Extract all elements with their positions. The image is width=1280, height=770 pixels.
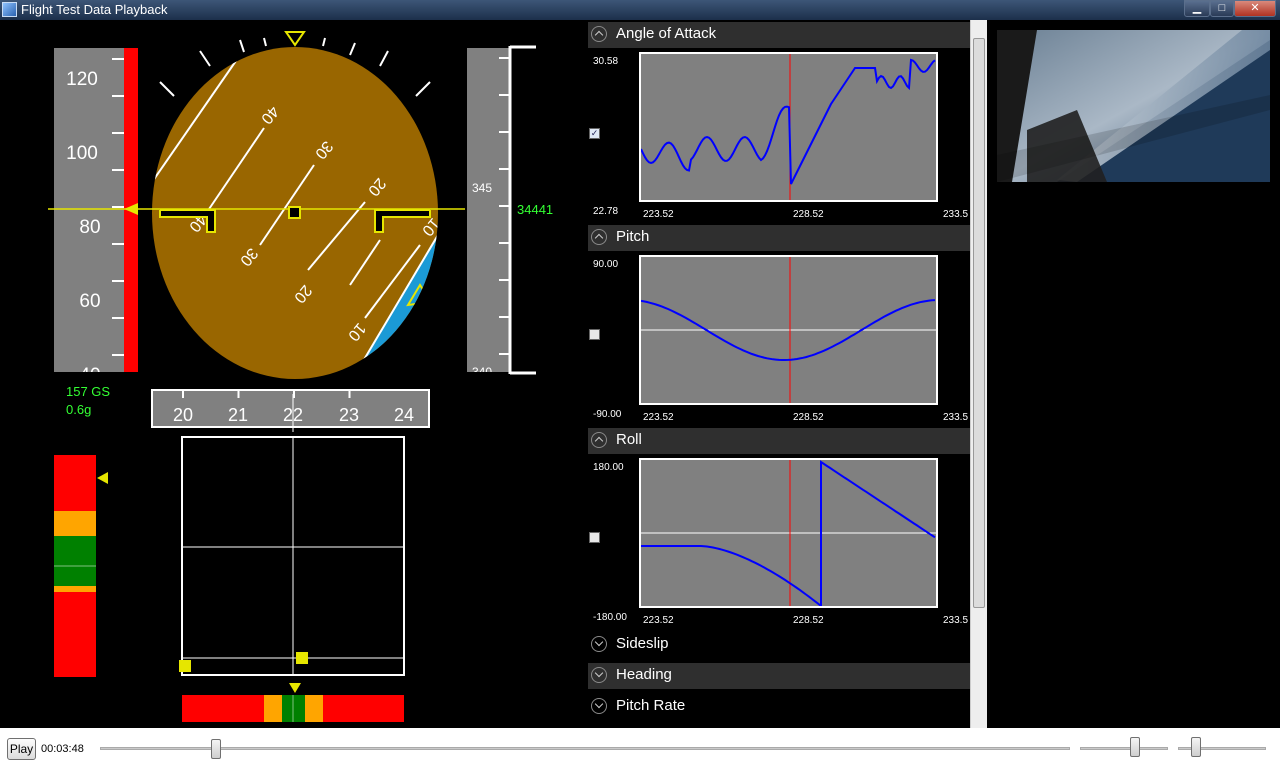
chart-header-sideslip[interactable]: Sideslip — [588, 632, 970, 658]
cockpit-video — [997, 30, 1270, 182]
chart-checkbox-pitch[interactable] — [589, 329, 600, 340]
expand-chevron-icon[interactable] — [591, 636, 607, 652]
maximize-button[interactable]: □ — [1210, 0, 1234, 17]
groundspeed-readout: 157 GS — [66, 384, 110, 399]
plot-area — [639, 52, 938, 202]
altitude-tape — [467, 48, 511, 372]
chart-header-angle-of-attack[interactable]: Angle of Attack — [588, 22, 970, 48]
bank-pointer-icon — [284, 31, 306, 47]
altitude-readout: 34441 — [517, 202, 553, 217]
plot-area — [639, 255, 938, 405]
chart-header-heading[interactable]: Heading — [588, 663, 970, 689]
expand-chevron-icon[interactable] — [591, 698, 607, 714]
heading-tick-24: 24 — [394, 405, 414, 425]
expand-chevron-icon[interactable] — [591, 667, 607, 683]
aoa-series-line — [641, 58, 936, 185]
seek-track[interactable] — [100, 747, 1070, 750]
gforce-readout: 0.6g — [66, 402, 91, 417]
heading-tick-21: 21 — [228, 405, 248, 425]
speed-tick-40: 40 — [79, 365, 100, 386]
speed-tick-120: 120 — [66, 69, 98, 90]
roll-series-line — [641, 460, 936, 606]
volume-track[interactable] — [1080, 747, 1168, 750]
chart-header-roll[interactable]: Roll — [588, 428, 970, 454]
heading-tick-20: 20 — [173, 405, 193, 425]
chart-angle-of-attack: 30.58 ✓ 22.78 223.52 228.52 233.5 — [588, 48, 970, 224]
heading-tick-23: 23 — [339, 405, 359, 425]
primary-flight-display: 120 100 80 60 40 157 GS 0.6g 40 40 30 30 — [48, 31, 553, 722]
time-readout: 00:03:48 — [41, 743, 84, 755]
play-button[interactable]: Play — [7, 738, 36, 760]
throttle-pointer — [97, 472, 108, 484]
chart-checkbox-aoa[interactable]: ✓ — [589, 128, 600, 139]
speed-tick-100: 100 — [66, 143, 98, 164]
chart-checkbox-roll[interactable] — [589, 532, 600, 543]
volume-thumb[interactable] — [1129, 737, 1140, 757]
seek-thumb[interactable] — [211, 739, 222, 759]
chart-roll: 180.00 -180.00 223.52 228.52 233.5 — [588, 454, 970, 630]
aircraft-center-dot — [288, 206, 301, 219]
collapse-chevron-icon[interactable] — [591, 432, 607, 448]
rudder-pointer — [289, 683, 301, 693]
collapse-chevron-icon[interactable] — [591, 229, 607, 245]
stick-position-marker — [296, 652, 308, 664]
altitude-tick-340: 340 — [472, 365, 492, 379]
rudder-position-marker — [179, 660, 191, 672]
parameter-charts-panel: Angle of Attack 30.58 ✓ 22.78 223.52 228… — [588, 20, 970, 728]
transport-bar: Play 00:03:48 — [0, 728, 1280, 770]
speed-tick-60: 60 — [79, 291, 100, 312]
speed-thumb[interactable] — [1190, 737, 1201, 757]
chart-header-pitch[interactable]: Pitch — [588, 225, 970, 251]
minimize-button[interactable]: ▁ — [1184, 0, 1210, 17]
chart-header-pitch-rate[interactable]: Pitch Rate — [588, 694, 970, 720]
plot-area — [639, 458, 938, 608]
chart-pitch: 90.00 -90.00 223.52 228.52 233.5 — [588, 251, 970, 427]
speed-tick-80: 80 — [79, 217, 100, 238]
altitude-tick-345: 345 — [472, 181, 492, 195]
collapse-chevron-icon[interactable] — [591, 26, 607, 42]
close-button[interactable]: ✕ — [1234, 0, 1276, 17]
charts-scrollbar[interactable] — [970, 20, 987, 728]
scrollbar-thumb[interactable] — [973, 38, 985, 608]
